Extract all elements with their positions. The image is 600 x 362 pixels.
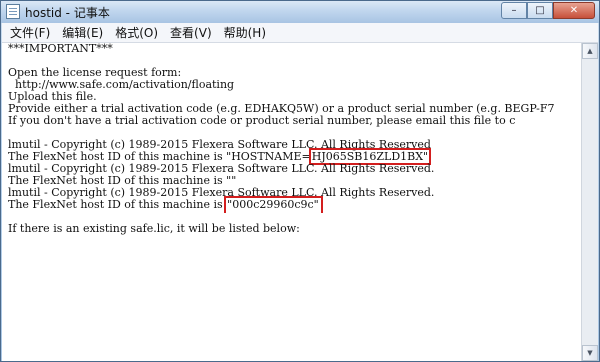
mac-highlight: "000c29960c9c" [224, 196, 323, 213]
vertical-scrollbar[interactable]: ▲ ▼ [581, 43, 598, 361]
menu-view[interactable]: 查看(V) [162, 24, 216, 41]
maximize-icon: □ [535, 5, 545, 16]
scroll-up-icon[interactable]: ▲ [582, 43, 598, 59]
mac-line: The FlexNet host ID of this machine is "… [8, 196, 323, 213]
menu-edit[interactable]: 编辑(E) [54, 24, 107, 41]
text-line: If there is an existing safe.lic, it wil… [8, 222, 300, 235]
caption-buttons: – □ ✕ [501, 2, 595, 19]
notepad-icon [6, 4, 20, 19]
maximize-button[interactable]: □ [527, 2, 553, 19]
mac-prefix: The FlexNet host ID of this machine is [8, 198, 227, 211]
close-icon: ✕ [569, 5, 579, 16]
text-line: If you don't have a trial activation cod… [8, 114, 516, 127]
window-title: hostid - 记事本 [25, 6, 110, 20]
menu-format[interactable]: 格式(O) [107, 24, 162, 41]
title-bar[interactable]: hostid - 记事本 – □ ✕ [1, 1, 599, 23]
scroll-down-icon[interactable]: ▼ [582, 345, 598, 361]
minimize-button[interactable]: – [501, 2, 527, 19]
menu-help[interactable]: 帮助(H) [216, 24, 270, 41]
text-line: ***IMPORTANT*** [8, 43, 113, 55]
notepad-window: hostid - 记事本 – □ ✕ 文件(F) 编辑(E) 格式(O) 查看(… [0, 0, 600, 362]
text-editor[interactable]: ***IMPORTANT*** Open the license request… [2, 43, 584, 361]
minimize-icon: – [511, 5, 517, 16]
menu-file[interactable]: 文件(F) [2, 24, 54, 41]
close-button[interactable]: ✕ [553, 2, 595, 19]
menu-bar: 文件(F) 编辑(E) 格式(O) 查看(V) 帮助(H) [2, 23, 598, 43]
